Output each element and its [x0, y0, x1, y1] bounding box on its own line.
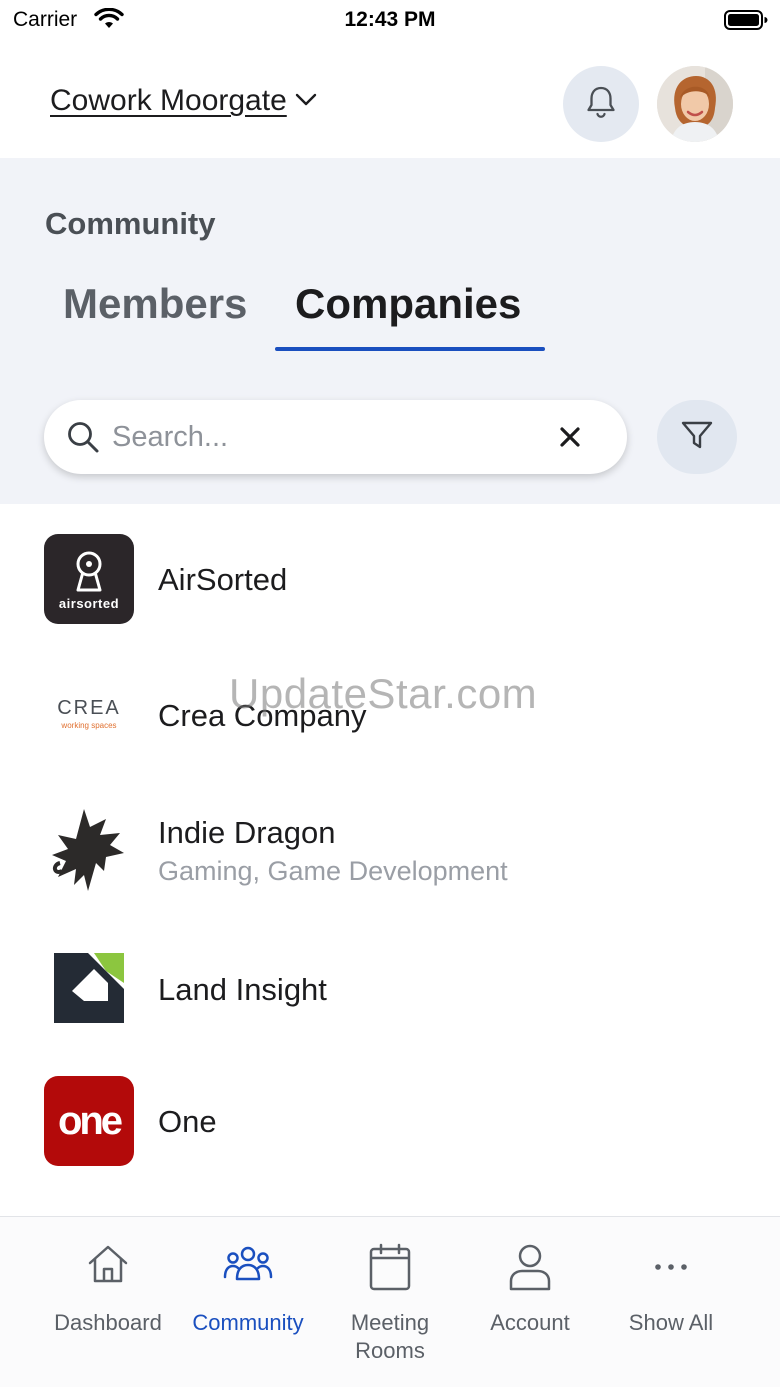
nav-show-all[interactable]: Show All: [601, 1217, 741, 1387]
status-bar: Carrier 12:43 PM: [0, 0, 780, 40]
filter-button[interactable]: [657, 400, 737, 474]
calendar-icon: [320, 1243, 460, 1291]
list-item[interactable]: one One: [0, 1076, 780, 1196]
filter-icon: [680, 419, 714, 456]
search-icon: [66, 420, 100, 459]
clock: 12:43 PM: [344, 8, 436, 31]
battery-icon: [724, 10, 768, 35]
logo-text: one: [57, 1098, 123, 1143]
logo-text: CREA: [57, 697, 121, 719]
company-logo: one: [44, 1076, 134, 1166]
company-name: Crea Company: [158, 698, 367, 733]
active-tab-indicator: [275, 347, 545, 351]
company-name: AirSorted: [158, 562, 288, 597]
community-panel: Community Members Companies: [0, 158, 780, 504]
nav-label: Show All: [628, 1310, 714, 1335]
company-logo: airsorted: [44, 534, 134, 624]
home-icon: [38, 1243, 178, 1285]
company-logo: CREA working spaces: [44, 669, 134, 759]
avatar[interactable]: [657, 66, 733, 142]
company-name: Land Insight: [158, 972, 327, 1007]
list-item[interactable]: airsorted AirSorted: [0, 519, 780, 639]
tab-companies[interactable]: Companies: [295, 280, 521, 328]
notifications-button[interactable]: [563, 66, 639, 142]
location-selector[interactable]: Cowork Moorgate: [50, 84, 317, 118]
nav-dashboard[interactable]: Dashboard: [38, 1217, 178, 1387]
company-list: airsorted AirSorted CREA working spaces …: [0, 504, 780, 1216]
user-icon: [460, 1243, 600, 1291]
nav-label: Meeting Rooms: [350, 1310, 430, 1363]
bell-icon: [584, 84, 618, 125]
list-item[interactable]: CREA working spaces Crea Company: [0, 654, 780, 774]
nav-meeting-rooms[interactable]: Meeting Rooms: [320, 1217, 460, 1387]
company-name: One: [158, 1104, 217, 1139]
dragon-icon: [52, 809, 124, 891]
page-title: Community: [45, 206, 216, 241]
chevron-down-icon: [295, 93, 317, 112]
nav-account[interactable]: Account: [460, 1217, 600, 1387]
nav-label: Community: [192, 1310, 304, 1335]
nav-label: Dashboard: [54, 1310, 162, 1335]
keyhole-icon: [76, 551, 102, 592]
logo-text: airsorted: [58, 596, 120, 611]
more-icon: [601, 1243, 741, 1287]
company-logo: [44, 805, 134, 895]
header: Cowork Moorgate: [0, 40, 780, 158]
tab-members[interactable]: Members: [63, 280, 247, 328]
bottom-nav: Dashboard Community Meeting Rooms Accoun…: [0, 1216, 780, 1387]
company-tags: Gaming, Game Development: [158, 856, 508, 886]
location-name: Cowork Moorgate: [50, 84, 287, 117]
search-bar: [44, 400, 627, 474]
list-item[interactable]: Land Insight: [0, 941, 780, 1061]
company-logo: [44, 943, 134, 1033]
people-icon: [178, 1243, 318, 1285]
company-name: Indie Dragon: [158, 815, 336, 850]
land-insight-logo: [54, 953, 124, 1023]
nav-label: Account: [490, 1310, 570, 1335]
list-item[interactable]: Indie Dragon Gaming, Game Development: [0, 789, 780, 909]
logo-subtext: working spaces: [61, 721, 117, 730]
nav-community[interactable]: Community: [178, 1217, 318, 1387]
search-input[interactable]: [112, 414, 532, 460]
clear-search-icon[interactable]: [557, 424, 583, 455]
